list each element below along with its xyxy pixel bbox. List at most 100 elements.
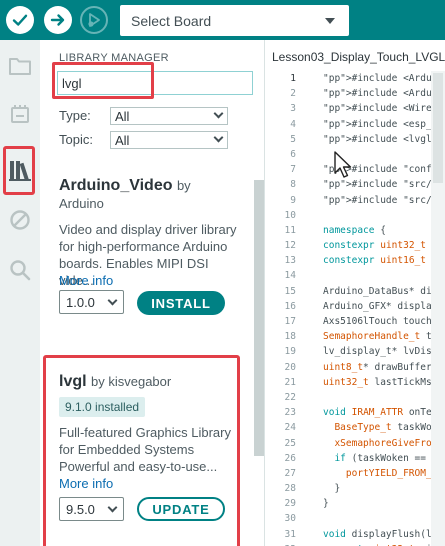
library-by: by — [176, 178, 191, 193]
library-name: Arduino_Video — [59, 177, 173, 194]
upload-icon — [50, 14, 65, 26]
code-line[interactable]: Axs5106lTouch touchC — [323, 314, 445, 329]
code-line[interactable]: const uint32_t wid — [323, 542, 445, 546]
version-value: 1.0.0 — [66, 294, 95, 310]
line-number: 3 — [290, 103, 296, 115]
library-author: Arduino — [59, 196, 104, 211]
code-line[interactable]: "pp">#include <esp_heap_c — [323, 117, 445, 132]
code-line[interactable]: void IRAM_ATTR onTea — [323, 405, 445, 420]
type-filter-value: All — [115, 108, 130, 124]
search-icon — [10, 260, 31, 281]
line-number: 17 — [284, 316, 296, 327]
code-line[interactable]: namespace { — [323, 223, 445, 238]
line-number: 7 — [290, 164, 296, 176]
version-select[interactable]: 1.0.0 — [59, 290, 124, 314]
line-number: 25 — [284, 437, 296, 449]
line-number: 16 — [284, 300, 296, 312]
line-number: 14 — [284, 270, 296, 282]
code-line[interactable]: } — [323, 496, 445, 511]
activity-bar — [0, 40, 40, 546]
chevron-down-icon — [213, 132, 224, 143]
chevron-down-icon — [213, 108, 224, 119]
topic-filter-label: Topic: — [59, 132, 93, 147]
code-line[interactable]: lv_display_t* lvDisp — [323, 344, 445, 359]
line-number: 13 — [284, 255, 296, 267]
code-line[interactable]: Arduino_GFX* display — [323, 299, 445, 314]
line-number: 31 — [284, 528, 296, 540]
code-line[interactable]: uint8_t* drawBuffer — [323, 360, 445, 375]
code-line[interactable]: "pp">#include "src/touch/ — [323, 177, 445, 192]
code-line[interactable]: constexpr uint32_t k — [323, 238, 445, 253]
line-number: 20 — [284, 361, 296, 373]
line-number: 23 — [284, 407, 296, 419]
code-line[interactable]: portYIELD_FROM_I — [323, 466, 445, 481]
code-line[interactable]: "pp">#include <lvgl.h> — [323, 132, 445, 147]
code-line[interactable]: Arduino_DataBus* dis — [323, 284, 445, 299]
sketchbook-icon — [9, 58, 31, 75]
code-line[interactable] — [323, 268, 445, 283]
code-line[interactable]: SemaphoreHandle_t te — [323, 329, 445, 344]
lvgl-card-highlight — [43, 355, 240, 546]
line-number: 30 — [284, 513, 296, 525]
top-toolbar: Select Board — [0, 0, 445, 40]
code-line[interactable] — [323, 208, 445, 223]
library-scrollbar-thumb[interactable] — [254, 180, 264, 456]
library-manager-highlight — [3, 146, 35, 195]
code-line[interactable]: "pp">#include "src/ui/ui. — [323, 193, 445, 208]
type-filter-select[interactable]: All — [110, 107, 228, 125]
line-number-gutter: 1 2 3 4 5 6 7 8 9 10 11 12 13 14 15 16 17 18 19 20 21 22 23 24 2… — [266, 71, 302, 546]
line-number: 28 — [284, 483, 296, 495]
sketchbook-button[interactable] — [0, 46, 40, 86]
editor-scrollbar-thumb[interactable] — [433, 73, 443, 183]
code-line[interactable] — [323, 511, 445, 526]
line-number: 21 — [284, 376, 296, 388]
line-number: 12 — [284, 240, 296, 252]
line-number: 32 — [266, 542, 302, 546]
code-line[interactable]: constexpr uint16_t k — [323, 253, 445, 268]
search-highlight — [52, 62, 154, 99]
code-area[interactable]: "pp">#include <Arduino.h>"pp">#include <… — [323, 71, 445, 546]
upload-button[interactable] — [44, 6, 72, 34]
line-number: 6 — [290, 148, 296, 160]
code-line[interactable]: void displayFlush(lv — [323, 527, 445, 542]
line-number: 27 — [284, 467, 296, 479]
code-line[interactable]: xSemaphoreGiveFrom — [323, 436, 445, 451]
install-button[interactable]: INSTALL — [137, 291, 225, 315]
verify-button[interactable] — [6, 6, 34, 34]
verify-icon — [12, 14, 28, 26]
line-number: 4 — [290, 118, 296, 130]
more-info-link[interactable]: More info — [59, 272, 239, 289]
type-filter-label: Type: — [59, 108, 91, 123]
line-number: 24 — [284, 422, 296, 434]
board-selector-label: Select Board — [131, 12, 212, 29]
board-selector[interactable]: Select Board — [120, 5, 349, 36]
line-number: 19 — [284, 346, 296, 358]
editor-tab[interactable]: Lesson03_Display_Touch_LVGL — [272, 50, 445, 64]
code-line[interactable]: if (taskWoken == p — [323, 451, 445, 466]
line-number: 10 — [284, 209, 296, 221]
debug-panel-button[interactable] — [0, 200, 40, 240]
boards-manager-button[interactable] — [0, 94, 40, 134]
no-entry-icon — [10, 210, 30, 230]
code-line[interactable]: } — [323, 481, 445, 496]
line-number: 2 — [290, 88, 296, 100]
line-number: 26 — [284, 452, 296, 464]
line-number: 29 — [284, 498, 296, 510]
line-number: 11 — [284, 224, 296, 236]
line-number: 15 — [284, 285, 296, 297]
code-line[interactable]: "pp">#include <Wire.h> — [323, 101, 445, 116]
library-manager-panel: LIBRARY MANAGER lvgl Type: All Topic: Al… — [40, 40, 265, 546]
mouse-cursor-icon — [334, 151, 352, 178]
code-line[interactable] — [323, 390, 445, 405]
chevron-down-icon — [107, 295, 118, 306]
debug-button[interactable] — [80, 6, 108, 34]
code-line[interactable]: "pp">#include <Arduino.h> — [323, 71, 445, 86]
code-editor[interactable]: Lesson03_Display_Touch_LVGL 1 2 3 4 5 6 7 8 9 10 1… — [266, 40, 445, 546]
search-button[interactable] — [0, 250, 40, 290]
line-number: 1 — [290, 73, 296, 84]
code-line[interactable]: uint32_t lastTickMs — [323, 375, 445, 390]
code-line[interactable]: BaseType_t taskWok — [323, 420, 445, 435]
code-line[interactable]: "pp">#include <Arduino_GFX — [323, 86, 445, 101]
topic-filter-select[interactable]: All — [110, 131, 228, 149]
line-number: 22 — [284, 391, 296, 403]
